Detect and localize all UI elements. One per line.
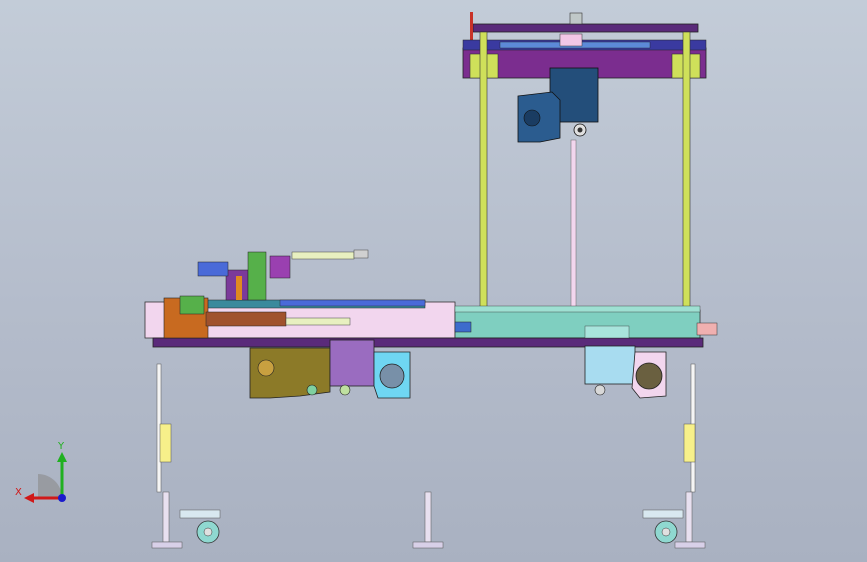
lightblue-box	[584, 345, 636, 385]
leg-right-label	[683, 423, 696, 463]
blue-head	[197, 261, 229, 277]
gantry-pink-block	[559, 33, 583, 47]
teal-plate	[454, 309, 701, 339]
motor-hub	[523, 109, 541, 127]
cad-viewport[interactable]	[0, 0, 867, 562]
lavender-idler	[339, 384, 351, 396]
caster-right-hub	[661, 527, 671, 537]
caster-left-bracket	[179, 509, 221, 519]
olive-wheel	[257, 359, 275, 377]
right-motor	[635, 362, 663, 390]
cylinder-rod-end	[353, 249, 369, 259]
casters	[179, 509, 684, 544]
gantry-motor	[517, 67, 599, 143]
feet	[151, 491, 706, 549]
purple-head	[269, 255, 291, 279]
motor-pulley-inner	[577, 127, 583, 133]
triad-axes-icon	[24, 452, 67, 503]
teal-detail	[584, 325, 630, 339]
caster-right-bracket	[642, 509, 684, 519]
cyan-motor	[379, 363, 405, 389]
cylinder-upper	[291, 251, 355, 260]
green-block	[179, 295, 205, 315]
lavender-box	[329, 339, 375, 387]
end-block-right	[696, 322, 718, 336]
top-plate	[472, 23, 699, 33]
x-axis-label: X	[15, 487, 22, 498]
column-left	[479, 31, 488, 313]
slide-rail-blue	[279, 299, 426, 307]
y-axis-label: Y	[58, 441, 65, 452]
column-right	[682, 31, 691, 313]
foot-right-stem	[685, 491, 693, 543]
olive-idler	[306, 384, 318, 396]
foot-left-pad	[151, 541, 183, 549]
cylinder-lower	[285, 317, 351, 326]
blue-clip	[454, 321, 472, 333]
leg-left-label	[159, 423, 172, 463]
foot-left-stem	[162, 491, 170, 543]
right-idler	[594, 384, 606, 396]
top-cap	[569, 12, 583, 25]
orientation-triad[interactable]: Y X	[14, 440, 74, 510]
column-center-rod	[570, 139, 577, 313]
foot-center-stem	[424, 491, 432, 543]
foot-center-pad	[412, 541, 444, 549]
orange-strut	[236, 276, 242, 300]
caster-left-hub	[203, 527, 213, 537]
under-deck-drives	[249, 339, 667, 399]
brown-slide	[205, 311, 287, 327]
green-upright	[247, 251, 267, 301]
teal-plate-top-strip	[454, 305, 701, 313]
foot-right-pad	[674, 541, 706, 549]
